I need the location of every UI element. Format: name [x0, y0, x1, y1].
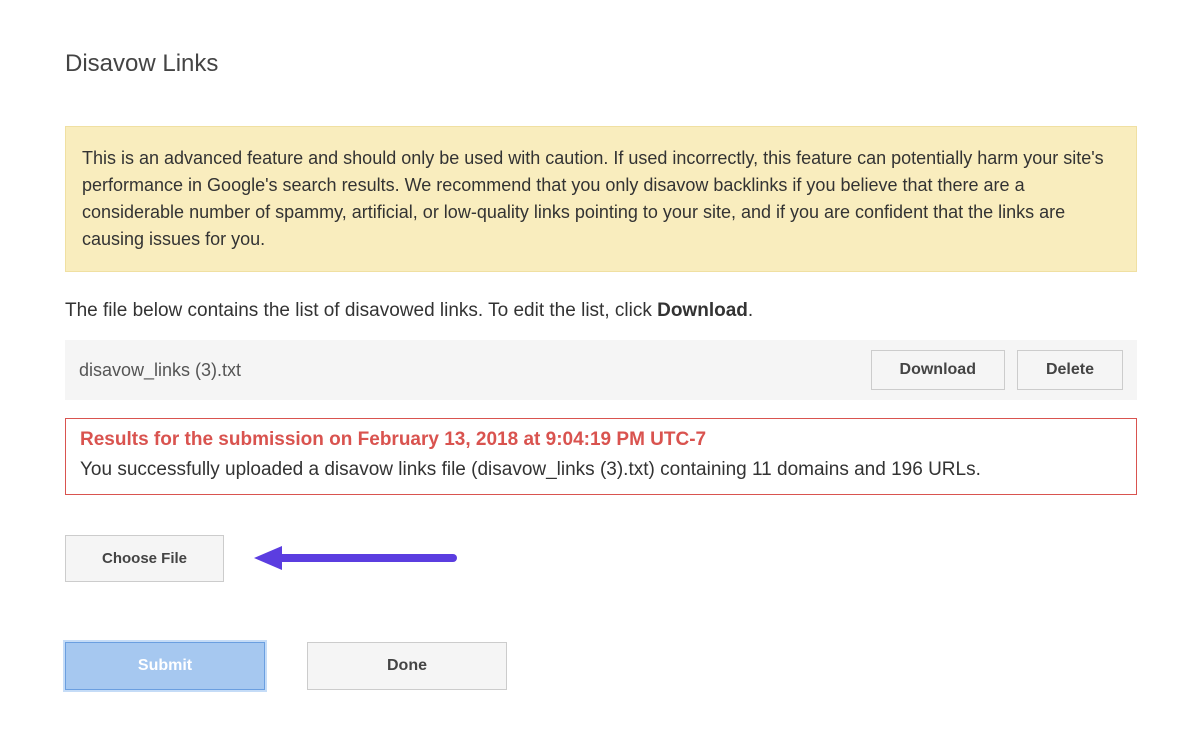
file-name: disavow_links (3).txt [79, 360, 241, 381]
done-button[interactable]: Done [307, 642, 507, 690]
arrow-annotation-icon [248, 543, 458, 573]
delete-button[interactable]: Delete [1017, 350, 1123, 390]
choose-file-row: Choose File [65, 535, 1137, 582]
results-title: Results for the submission on February 1… [80, 429, 1122, 451]
description-text: The file below contains the list of disa… [65, 300, 1137, 322]
results-body: You successfully uploaded a disavow link… [80, 457, 1122, 484]
description-prefix: The file below contains the list of disa… [65, 300, 657, 321]
submit-button[interactable]: Submit [65, 642, 265, 690]
warning-text: This is an advanced feature and should o… [82, 148, 1104, 249]
bottom-buttons: Submit Done [65, 642, 1137, 690]
description-bold: Download [657, 300, 748, 321]
file-row: disavow_links (3).txt Download Delete [65, 340, 1137, 400]
page-title: Disavow Links [65, 50, 1137, 78]
results-box: Results for the submission on February 1… [65, 418, 1137, 495]
description-suffix: . [748, 300, 753, 321]
file-actions: Download Delete [871, 350, 1123, 390]
warning-box: This is an advanced feature and should o… [65, 126, 1137, 272]
choose-file-button[interactable]: Choose File [65, 535, 224, 582]
download-button[interactable]: Download [871, 350, 1005, 390]
